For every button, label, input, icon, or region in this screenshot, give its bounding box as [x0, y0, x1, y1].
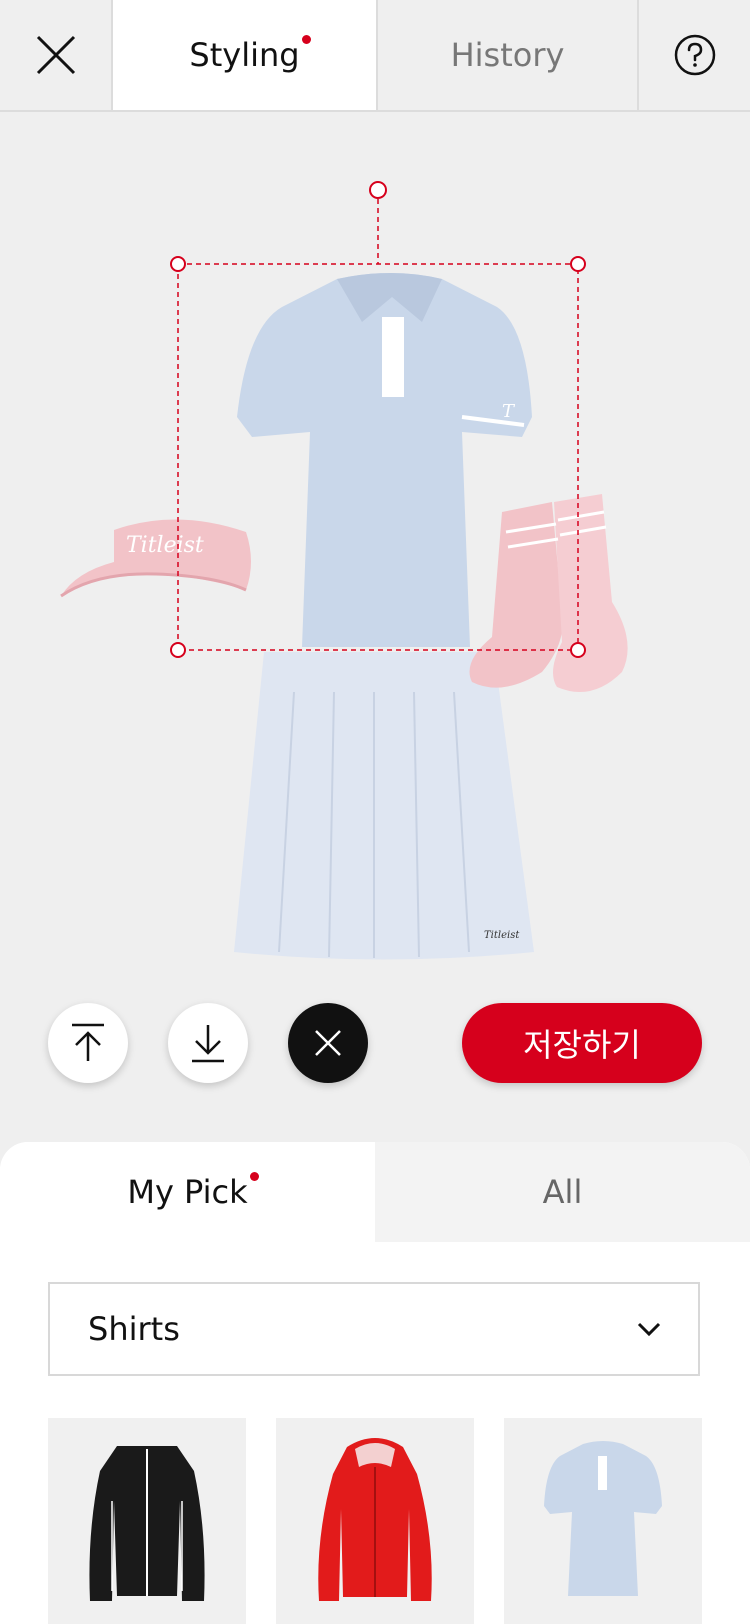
category-select-value: Shirts [88, 1310, 180, 1348]
tab-my-pick[interactable]: My Pick [0, 1142, 375, 1242]
product-thumb-black-jacket[interactable] [48, 1418, 246, 1624]
category-select[interactable]: Shirts [48, 1282, 700, 1376]
remove-item-button[interactable] [288, 1003, 368, 1083]
tab-all[interactable]: All [375, 1142, 750, 1242]
tab-styling[interactable]: Styling [113, 0, 376, 110]
tab-my-pick-label: My Pick [127, 1173, 248, 1211]
red-jacket-image [318, 1437, 432, 1601]
help-button[interactable] [639, 0, 750, 110]
svg-text:Titleist: Titleist [484, 930, 520, 941]
bring-to-front-icon [72, 1023, 104, 1061]
blue-polo-image [544, 1441, 662, 1596]
new-dot [302, 35, 311, 44]
send-to-back-icon [192, 1025, 224, 1063]
top-bar: Styling History [0, 0, 750, 112]
black-jacket-image [89, 1446, 205, 1601]
tab-styling-label: Styling [189, 36, 300, 74]
tab-history-label: History [450, 36, 565, 74]
sheet-tabs: My Pick All [0, 1142, 750, 1242]
send-to-back-button[interactable] [168, 1003, 248, 1083]
product-thumb-red-jacket[interactable] [276, 1418, 474, 1624]
product-thumb-blue-polo[interactable] [504, 1418, 702, 1624]
bring-to-front-button[interactable] [48, 1003, 128, 1083]
chevron-down-icon [637, 1322, 661, 1337]
save-button[interactable]: 저장하기 [462, 1003, 702, 1083]
new-dot [250, 1172, 259, 1181]
product-grid [48, 1418, 702, 1624]
close-icon [36, 35, 75, 75]
selection-frame[interactable] [166, 176, 590, 666]
remove-icon [315, 1030, 341, 1056]
tab-all-label: All [542, 1173, 583, 1211]
save-button-label: 저장하기 [523, 1026, 641, 1064]
help-icon [674, 34, 715, 76]
product-sheet: My Pick All Shirts [0, 1142, 750, 1624]
close-button[interactable] [0, 0, 113, 110]
tab-history[interactable]: History [376, 0, 639, 110]
styling-canvas[interactable]: Titleist T Titleist [0, 112, 750, 1142]
